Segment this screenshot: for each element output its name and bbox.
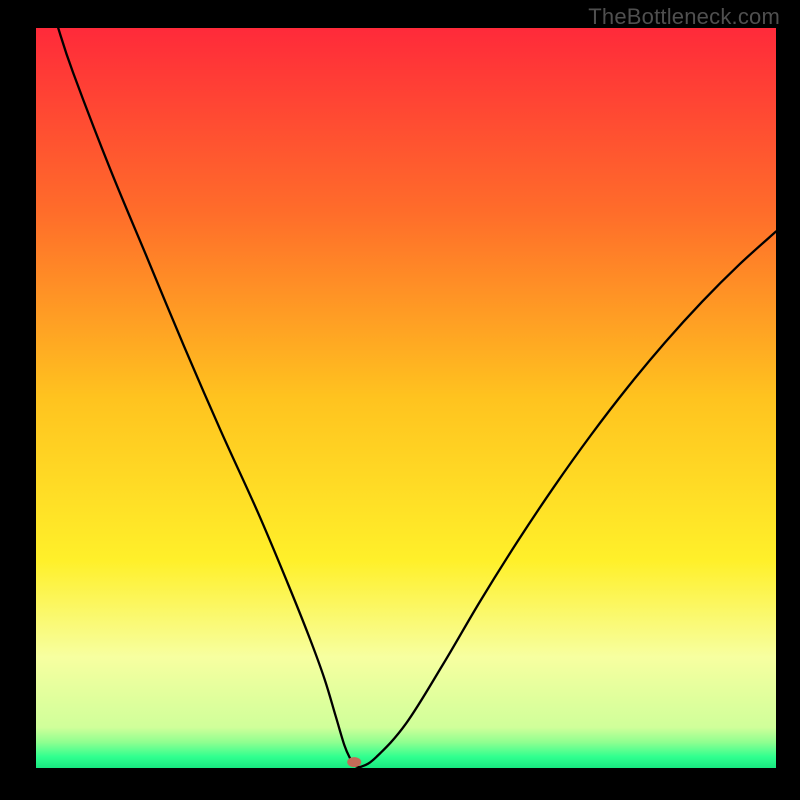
plot-area (36, 28, 776, 768)
figure-frame: TheBottleneck.com (0, 0, 800, 800)
gradient-background (36, 28, 776, 768)
optimal-point-marker (347, 757, 361, 767)
watermark-text: TheBottleneck.com (588, 4, 780, 30)
